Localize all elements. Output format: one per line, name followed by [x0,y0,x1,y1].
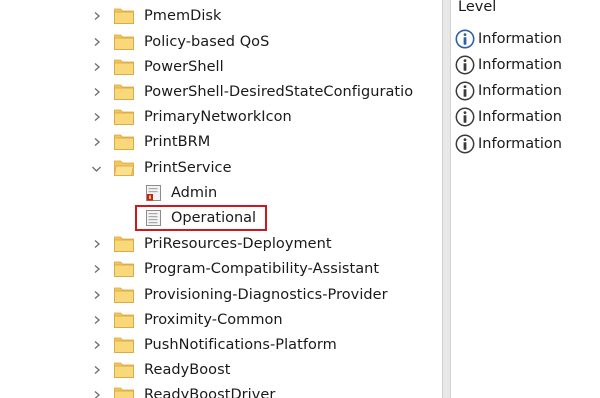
folder-icon [114,7,134,24]
information-icon [455,29,475,49]
tree-item-label: Admin [171,185,218,201]
folder-icon [114,361,134,378]
chevron-right-icon[interactable] [93,341,101,349]
tree-item-printservice[interactable]: PrintService [0,156,442,181]
tree-item-primarynetworkicon[interactable]: PrimaryNetworkIcon [0,105,442,130]
tree-item-proximity-common[interactable]: Proximity-Common [0,308,442,333]
tree-item-readyboost[interactable]: ReadyBoost [0,358,442,383]
tree-item-program-compatibility-assistant[interactable]: Program-Compatibility-Assistant [0,257,442,282]
tree-item-label: PushNotifications-Platform [144,337,337,353]
chevron-right-icon[interactable] [93,265,101,273]
chevron-right-icon[interactable] [93,88,101,96]
tree-item-label: ReadyBoost [144,362,231,378]
log-admin-icon [146,185,162,202]
tree-item-label: Policy-based QoS [144,34,270,50]
tree-item-label: PowerShell [144,59,224,75]
tree-item-label: PrimaryNetworkIcon [144,109,292,125]
tree-item-label: ReadyBoostDriver [144,387,276,398]
events-pane: Level Information Information Informatio… [451,0,600,398]
chevron-right-icon[interactable] [93,63,101,71]
tree-item-priresources-deployment[interactable]: PriResources-Deployment [0,232,442,257]
tree-item-operational[interactable]: Operational [0,206,442,231]
folder-open-icon [114,159,134,176]
event-level-label: Information [478,109,562,125]
folder-icon [114,286,134,303]
event-row[interactable]: Information [455,80,562,102]
tree-item-admin[interactable]: Admin [0,181,442,206]
tree-item-label: PrintBRM [144,134,211,150]
folder-icon [114,311,134,328]
folder-icon [114,58,134,75]
folder-icon [114,133,134,150]
tree-item-label: Provisioning-Diagnostics-Provider [144,287,388,303]
tree-item-pmemdisk[interactable]: PmemDisk [0,4,442,29]
event-row[interactable]: Information [455,133,562,155]
tree-item-label: Proximity-Common [144,312,283,328]
folder-icon [114,83,134,100]
folder-icon [114,108,134,125]
tree-item-printbrm[interactable]: PrintBRM [0,130,442,155]
information-icon [455,134,475,154]
event-level-label: Information [478,136,562,152]
event-row[interactable]: Information [455,54,562,76]
tree-item-provisioning-diagnostics-provider[interactable]: Provisioning-Diagnostics-Provider [0,283,442,308]
chevron-right-icon[interactable] [93,391,101,398]
tree-item-label: PmemDisk [144,8,222,24]
tree-item-powershell[interactable]: PowerShell [0,55,442,80]
tree-item-pushnotifications-platform[interactable]: PushNotifications-Platform [0,333,442,358]
column-header-level[interactable]: Level [458,0,496,17]
event-level-label: Information [478,83,562,99]
tree-item-label: Operational [171,210,257,226]
tree-item-label: PriResources-Deployment [144,236,332,252]
event-row[interactable]: Information [455,28,562,50]
chevron-right-icon[interactable] [93,12,101,20]
folder-icon [114,33,134,50]
chevron-right-icon[interactable] [93,38,101,46]
chevron-right-icon[interactable] [93,240,101,248]
information-icon [455,107,475,127]
chevron-right-icon[interactable] [93,366,101,374]
event-level-label: Information [478,57,562,73]
event-level-label: Information [478,31,562,47]
tree-item-label: PrintService [144,160,232,176]
folder-icon [114,235,134,252]
log-tree-pane: PmemDisk Policy-based QoS PowerShell Pow… [0,0,442,398]
chevron-right-icon[interactable] [93,138,101,146]
tree-item-powershell-dsc[interactable]: PowerShell-DesiredStateConfiguratio [0,80,442,105]
tree-item-label: PowerShell-DesiredStateConfiguratio [144,84,414,100]
chevron-right-icon[interactable] [93,113,101,121]
chevron-right-icon[interactable] [93,291,101,299]
tree-item-label: Program-Compatibility-Assistant [144,261,380,277]
chevron-down-icon[interactable] [92,165,101,173]
folder-icon [114,336,134,353]
information-icon [455,81,475,101]
tree-item-policy-based-qos[interactable]: Policy-based QoS [0,30,442,55]
folder-icon [114,260,134,277]
information-icon [455,55,475,75]
folder-icon [114,386,134,398]
event-row[interactable]: Information [455,106,562,128]
pane-splitter[interactable] [442,0,451,398]
tree-item-readyboostdriver[interactable]: ReadyBoostDriver [0,383,442,398]
log-operational-icon [146,210,162,227]
chevron-right-icon[interactable] [93,316,101,324]
